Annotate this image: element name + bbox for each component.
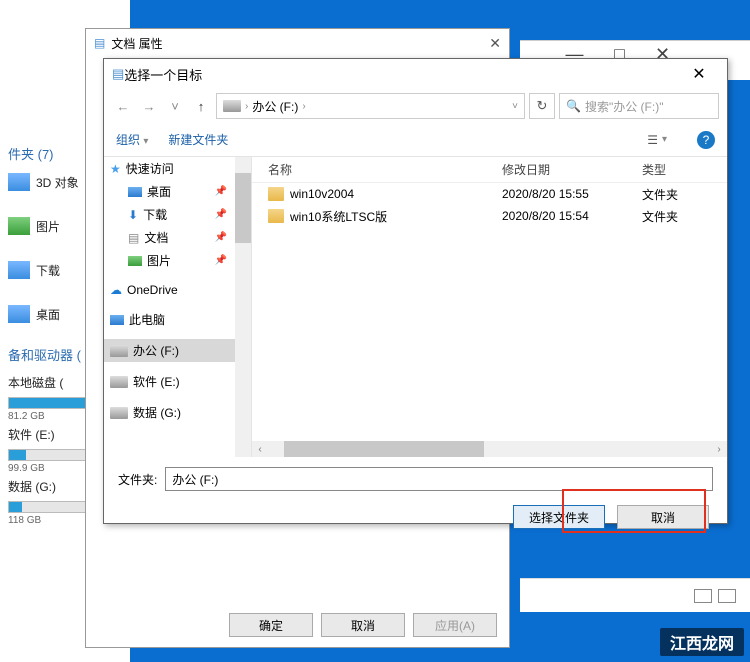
picker-titlebar[interactable]: ▤ 选择一个目标 ✕ bbox=[104, 59, 727, 89]
pictures-icon bbox=[128, 256, 142, 266]
properties-title-text: 文档 属性 bbox=[111, 35, 162, 52]
nav-scrollbar-thumb[interactable] bbox=[235, 173, 251, 243]
bg-statusbar bbox=[520, 578, 750, 612]
nav-up-button[interactable]: ↑ bbox=[190, 95, 212, 117]
nav-recent-dropdown[interactable]: ˅ bbox=[164, 95, 186, 117]
drive-icon bbox=[110, 345, 128, 357]
drive-icon bbox=[110, 376, 128, 388]
toolbar: 组织 ▾ 新建文件夹 ☰▾ ? bbox=[104, 123, 727, 157]
cancel-button[interactable]: 取消 bbox=[617, 505, 709, 529]
cloud-icon: ☁ bbox=[110, 283, 122, 297]
column-date[interactable]: 修改日期 bbox=[502, 161, 642, 178]
drive-gauge-e bbox=[8, 449, 96, 461]
nav-back-button[interactable]: ← bbox=[112, 95, 134, 117]
folder-name-row: 文件夹: bbox=[118, 467, 713, 491]
document-icon: ▤ bbox=[94, 36, 105, 50]
scroll-right-icon[interactable]: › bbox=[711, 441, 727, 457]
pc-icon bbox=[110, 315, 124, 325]
breadcrumb-bar[interactable]: › 办公 (F:) › ˅ bbox=[216, 93, 525, 119]
dialog-button-row: 选择文件夹 取消 bbox=[118, 505, 713, 529]
nav-drive-e[interactable]: 软件 (E:) bbox=[104, 370, 251, 393]
folder-name-input[interactable] bbox=[165, 467, 713, 491]
search-input[interactable]: 🔍 搜索"办公 (F:)" bbox=[559, 93, 719, 119]
nav-thispc[interactable]: 此电脑 bbox=[104, 308, 251, 331]
properties-titlebar[interactable]: ▤ 文档 属性 ✕ bbox=[86, 29, 509, 57]
pictures-icon bbox=[8, 217, 30, 235]
search-placeholder: 搜索"办公 (F:)" bbox=[585, 98, 664, 115]
picker-close-button[interactable]: ✕ bbox=[679, 64, 719, 84]
drive-gauge-g bbox=[8, 501, 96, 513]
desktop-icon bbox=[8, 305, 30, 323]
breadcrumb-current[interactable]: 办公 (F:) bbox=[252, 98, 298, 115]
picker-footer: 文件夹: 选择文件夹 取消 bbox=[104, 457, 727, 539]
file-row[interactable]: win10v2004 2020/8/20 15:55 文件夹 bbox=[252, 183, 727, 205]
file-list-pane: 名称 修改日期 类型 win10v2004 2020/8/20 15:55 文件… bbox=[252, 157, 727, 457]
horizontal-scrollbar[interactable]: ‹ › bbox=[252, 441, 727, 457]
search-icon: 🔍 bbox=[566, 99, 581, 113]
nav-drive-g[interactable]: 数据 (G:) bbox=[104, 401, 251, 424]
organize-menu[interactable]: 组织 ▾ bbox=[116, 131, 148, 148]
navigation-pane: ★快速访问 桌面📌 ⬇下载📌 ▤文档📌 图片📌 ☁OneDrive 此电脑 办公… bbox=[104, 157, 252, 457]
folder-picker-dialog: ▤ 选择一个目标 ✕ ← → ˅ ↑ › 办公 (F:) › ˅ ↻ 🔍 搜索"… bbox=[103, 58, 728, 524]
nav-downloads[interactable]: ⬇下载📌 bbox=[104, 203, 251, 226]
pin-icon: 📌 bbox=[215, 186, 227, 197]
nav-onedrive[interactable]: ☁OneDrive bbox=[104, 280, 251, 300]
nav-scrollbar[interactable] bbox=[235, 157, 251, 457]
chevron-right-icon: › bbox=[245, 101, 248, 112]
folder-name-label: 文件夹: bbox=[118, 471, 157, 488]
document-icon: ▤ bbox=[128, 231, 139, 245]
folder-icon bbox=[268, 209, 284, 223]
downloads-icon bbox=[8, 261, 30, 279]
drive-icon bbox=[110, 407, 128, 419]
nav-drive-f[interactable]: 办公 (F:) bbox=[104, 339, 251, 362]
chevron-down-icon[interactable]: ˅ bbox=[512, 101, 518, 112]
star-icon: ★ bbox=[110, 162, 121, 176]
drive-gauge-c bbox=[8, 397, 96, 409]
chevron-right-icon: › bbox=[302, 101, 305, 112]
help-button[interactable]: ? bbox=[697, 131, 715, 149]
pin-icon: 📌 bbox=[215, 232, 227, 243]
watermark: 江西龙网 bbox=[660, 628, 744, 656]
picker-title-text: 选择一个目标 bbox=[124, 65, 202, 84]
navigation-row: ← → ˅ ↑ › 办公 (F:) › ˅ ↻ 🔍 搜索"办公 (F:)" bbox=[104, 89, 727, 123]
download-arrow-icon: ⬇ bbox=[128, 208, 138, 222]
properties-ok-button[interactable]: 确定 bbox=[229, 613, 313, 637]
column-headers: 名称 修改日期 类型 bbox=[252, 157, 727, 183]
new-folder-button[interactable]: 新建文件夹 bbox=[168, 131, 228, 148]
nav-documents[interactable]: ▤文档📌 bbox=[104, 226, 251, 249]
desktop-icon bbox=[128, 187, 142, 197]
folder-dialog-icon: ▤ bbox=[112, 66, 124, 82]
file-row[interactable]: win10系统LTSC版 2020/8/20 15:54 文件夹 bbox=[252, 205, 727, 227]
view-menu[interactable]: ☰▾ bbox=[647, 133, 667, 147]
properties-close-button[interactable]: ✕ bbox=[489, 35, 501, 52]
nav-quick-access[interactable]: ★快速访问 bbox=[104, 157, 251, 180]
scroll-left-icon[interactable]: ‹ bbox=[252, 441, 268, 457]
folder-icon bbox=[268, 187, 284, 201]
pin-icon: 📌 bbox=[215, 255, 227, 266]
refresh-button[interactable]: ↻ bbox=[529, 93, 555, 119]
column-name[interactable]: 名称 bbox=[252, 161, 502, 178]
nav-desktop[interactable]: 桌面📌 bbox=[104, 180, 251, 203]
properties-cancel-button[interactable]: 取消 bbox=[321, 613, 405, 637]
view-details-icon[interactable] bbox=[694, 589, 712, 603]
select-folder-button[interactable]: 选择文件夹 bbox=[513, 505, 605, 529]
nav-pictures[interactable]: 图片📌 bbox=[104, 249, 251, 272]
pin-icon: 📌 bbox=[215, 209, 227, 220]
properties-apply-button: 应用(A) bbox=[413, 613, 497, 637]
drive-icon bbox=[223, 100, 241, 112]
picker-body: ★快速访问 桌面📌 ⬇下载📌 ▤文档📌 图片📌 ☁OneDrive 此电脑 办公… bbox=[104, 157, 727, 457]
view-options-icon: ☰ bbox=[647, 133, 658, 147]
view-tiles-icon[interactable] bbox=[718, 589, 736, 603]
scrollbar-thumb[interactable] bbox=[284, 441, 484, 457]
nav-forward-button: → bbox=[138, 95, 160, 117]
properties-footer: 确定 取消 应用(A) bbox=[229, 613, 497, 637]
3d-objects-icon bbox=[8, 173, 30, 191]
column-type[interactable]: 类型 bbox=[642, 161, 702, 178]
